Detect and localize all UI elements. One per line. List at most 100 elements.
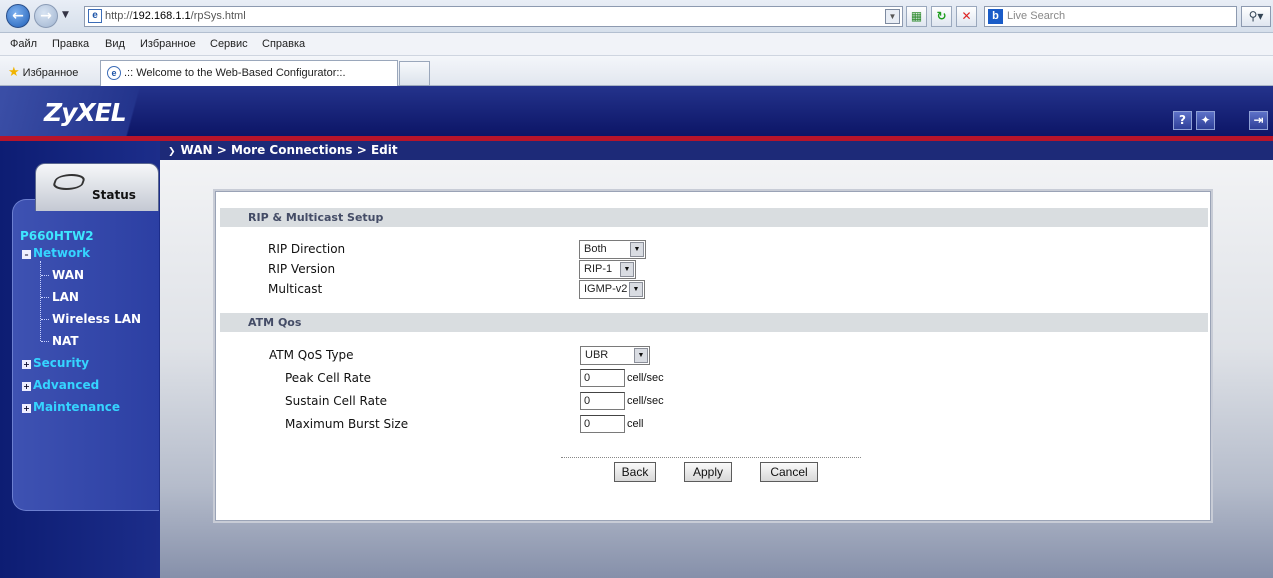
sidebar: Status P660HTW2 – Network WAN LAN Wireles… — [0, 141, 160, 578]
zyxel-logo: ZyXEL — [44, 98, 127, 127]
status-tab[interactable]: Status — [35, 163, 159, 211]
multicast-select[interactable]: IGMP-v2 ▼ — [579, 280, 645, 299]
nav-maintenance-label: Maintenance — [33, 400, 121, 414]
logo-area: ZyXEL — [0, 86, 172, 136]
logout-icon[interactable]: ⇥ — [1249, 111, 1268, 130]
tab-title: .:: Welcome to the Web-Based Configurato… — [124, 67, 346, 79]
multicast-label: Multicast — [268, 282, 323, 296]
maximum-burst-size-label: Maximum Burst Size — [285, 417, 409, 431]
rip-section-title: RIP & Multicast Setup — [220, 208, 1208, 227]
menu-tools[interactable]: Сервис — [210, 38, 248, 50]
content-area: RIP & Multicast Setup RIP Direction Both… — [160, 160, 1273, 578]
refresh-icon[interactable]: ↻ — [931, 6, 952, 27]
nav-advanced-label: Advanced — [33, 378, 100, 392]
sustain-cell-rate-unit: cell/sec — [627, 395, 664, 407]
nav-nat[interactable]: NAT — [52, 334, 79, 348]
breadcrumb-arrow-icon: ❯ — [168, 147, 176, 157]
breadcrumb-text: WAN > More Connections > Edit — [180, 143, 398, 157]
cancel-button[interactable]: Cancel — [760, 462, 818, 482]
bing-logo-icon: b — [988, 9, 1003, 24]
nav-wan[interactable]: WAN — [52, 268, 84, 282]
nav-lan[interactable]: LAN — [52, 290, 79, 304]
url-host: 192.168.1.1 — [132, 10, 191, 22]
nav-security[interactable]: + Security — [22, 356, 89, 370]
breadcrumb: ❯ WAN > More Connections > Edit — [160, 141, 1273, 160]
browser-address-bar: ← → ▼ e http://192.168.1.1/rpSys.html ▼ ▦… — [0, 0, 1273, 33]
wizard-icon[interactable]: ✦ — [1196, 111, 1215, 130]
tree-branch — [41, 275, 49, 276]
arrow-right-icon: → — [40, 8, 52, 24]
nav-advanced[interactable]: + Advanced — [22, 378, 99, 392]
nav-network[interactable]: – Network — [22, 246, 90, 260]
history-dropdown-icon[interactable]: ▼ — [62, 10, 69, 20]
url-input[interactable]: e http://192.168.1.1/rpSys.html ▼ — [84, 6, 903, 27]
rip-version-label: RIP Version — [268, 262, 336, 276]
menu-view[interactable]: Вид — [105, 38, 125, 50]
rip-version-select[interactable]: RIP-1 ▼ — [579, 260, 636, 279]
chevron-down-icon: ▼ — [620, 262, 634, 277]
router-page: ZyXEL ? ✦ ⇥ Status P660HTW2 – Network WAN… — [0, 86, 1273, 578]
nav-security-label: Security — [33, 356, 90, 370]
search-button[interactable]: ⚲▾ — [1241, 6, 1271, 27]
arrow-left-icon: ← — [12, 8, 24, 24]
stop-icon[interactable]: ✕ — [956, 6, 977, 27]
nav-wireless-lan[interactable]: Wireless LAN — [52, 312, 141, 326]
browser-back-button[interactable]: ← — [6, 4, 30, 28]
url-prefix: http:// — [105, 10, 133, 22]
maximum-burst-size-unit: cell — [627, 418, 644, 430]
menu-favorites[interactable]: Избранное — [140, 38, 196, 50]
rip-direction-value: Both — [584, 243, 607, 255]
atm-qos-type-value: UBR — [585, 349, 609, 361]
chevron-down-icon: ▼ — [634, 348, 648, 363]
tree-branch — [41, 297, 49, 298]
browser-tab[interactable]: e.:: Welcome to the Web-Based Configurat… — [100, 60, 398, 86]
browser-forward-button[interactable]: → — [34, 4, 58, 28]
tree-branch — [41, 319, 49, 320]
rip-version-value: RIP-1 — [584, 263, 613, 275]
search-placeholder: Live Search — [1007, 10, 1066, 22]
status-tab-label: Status — [92, 188, 136, 202]
router-icon — [51, 174, 87, 190]
model-name[interactable]: P660HTW2 — [20, 229, 94, 243]
peak-cell-rate-unit: cell/sec — [627, 372, 664, 384]
menu-edit[interactable]: Правка — [52, 38, 89, 50]
collapse-icon: – — [22, 250, 31, 259]
atm-qos-type-label: ATM QoS Type — [269, 348, 354, 362]
url-path: /rpSys.html — [190, 10, 246, 22]
compatibility-view-icon[interactable]: ▦ — [906, 6, 927, 27]
rip-direction-label: RIP Direction — [268, 242, 346, 256]
favorites-bar: ★ Избранное e.:: Welcome to the Web-Based… — [0, 56, 1273, 86]
chevron-down-icon: ▼ — [629, 282, 643, 297]
menu-file[interactable]: Файл — [10, 38, 37, 50]
magnifier-icon: ⚲▾ — [1248, 9, 1264, 23]
peak-cell-rate-label: Peak Cell Rate — [285, 371, 372, 385]
expand-icon: + — [22, 382, 31, 391]
new-tab-button[interactable] — [399, 61, 430, 86]
atm-qos-type-select[interactable]: UBR ▼ — [580, 346, 650, 365]
sustain-cell-rate-input[interactable]: 0 — [580, 392, 625, 410]
menu-help[interactable]: Справка — [262, 38, 305, 50]
favorites-button[interactable]: ★ Избранное — [8, 64, 78, 80]
atm-section-title: ATM Qos — [220, 313, 1208, 332]
tree-line — [40, 261, 41, 341]
nav-network-label: Network — [33, 246, 91, 260]
help-icon[interactable]: ? — [1173, 111, 1192, 130]
back-button[interactable]: Back — [614, 462, 656, 482]
sustain-cell-rate-label: Sustain Cell Rate — [285, 394, 388, 408]
ie-page-icon: e — [88, 9, 102, 23]
header-banner: ZyXEL ? ✦ ⇥ — [0, 86, 1273, 136]
url-dropdown-icon[interactable]: ▼ — [885, 9, 900, 24]
apply-button[interactable]: Apply — [684, 462, 732, 482]
button-divider — [561, 457, 861, 458]
maximum-burst-size-input[interactable]: 0 — [580, 415, 625, 433]
chevron-down-icon: ▼ — [630, 242, 644, 257]
expand-icon: + — [22, 404, 31, 413]
browser-menu-bar: Файл Правка Вид Избранное Сервис Справка — [0, 33, 1273, 56]
nav-maintenance[interactable]: + Maintenance — [22, 400, 120, 414]
search-input[interactable]: b Live Search — [984, 6, 1237, 27]
peak-cell-rate-input[interactable]: 0 — [580, 369, 625, 387]
expand-icon: + — [22, 360, 31, 369]
multicast-value: IGMP-v2 — [584, 283, 628, 295]
rip-direction-select[interactable]: Both ▼ — [579, 240, 646, 259]
favorites-label: Избранное — [22, 67, 79, 79]
